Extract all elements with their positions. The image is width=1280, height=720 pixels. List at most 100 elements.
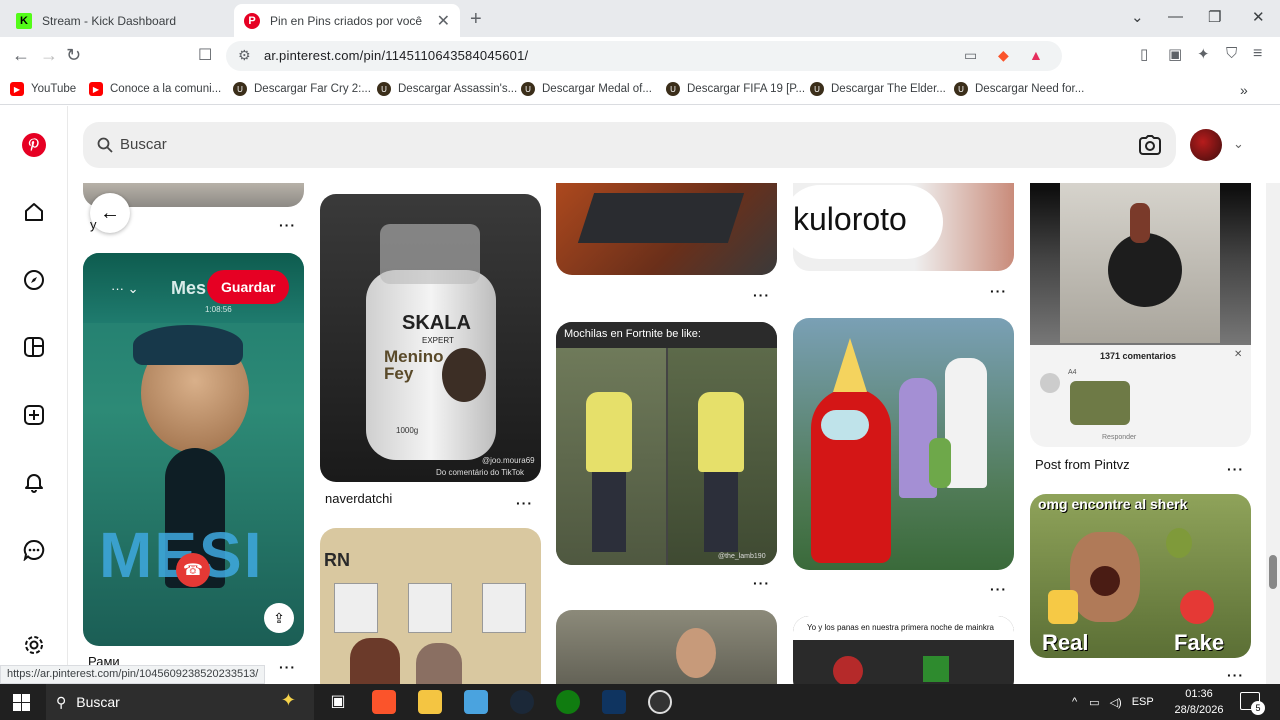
site-icon: U [954, 82, 968, 96]
rn-text: RN [324, 550, 350, 570]
microsoft-store-icon[interactable] [464, 690, 488, 714]
brave-shields-icon[interactable]: ◆ [998, 47, 1009, 64]
forward-button[interactable]: → [40, 45, 58, 66]
disney-plus-icon[interactable] [602, 690, 626, 714]
site-info-icon[interactable]: ⚙ [238, 47, 251, 64]
cast-icon[interactable]: ▭ [964, 47, 977, 64]
mochilas-credit: @the_lamb190 [718, 553, 766, 560]
sidebar-toggle-icon[interactable]: ▯ [1140, 45, 1148, 63]
bookmark-assassins[interactable]: U Descargar Assassin's... [377, 82, 517, 96]
close-window-button[interactable]: ✕ [1252, 8, 1265, 26]
tab-search-icon[interactable]: ⌄ [1131, 8, 1144, 26]
pin-image-comments[interactable]: 1371 comentarios ✕ A4 Responder [1030, 345, 1251, 447]
messages-icon[interactable] [21, 537, 47, 563]
hangup-icon: ☎ [176, 553, 210, 587]
bookmark-farcry[interactable]: U Descargar Far Cry 2:... [233, 82, 371, 96]
pin-image-messi-call[interactable]: ··· ⌄ Mes 1:08:56 MESI ☎ ⇪ [83, 253, 304, 646]
language-indicator[interactable]: ESP [1132, 696, 1154, 708]
pin-image-man[interactable] [556, 610, 777, 684]
file-explorer-icon[interactable] [418, 690, 442, 714]
pin-image-skala[interactable]: SKALA EXPERT Menino Fey 1000g @joo.moura… [320, 194, 541, 482]
bookmark-elder[interactable]: U Descargar The Elder... [810, 82, 946, 96]
volume-icon[interactable]: ◁) [1110, 696, 1122, 709]
brave-rewards-icon[interactable]: ▲ [1029, 47, 1043, 63]
more-options-icon[interactable]: ··· [990, 581, 1007, 597]
more-options-icon[interactable]: ··· [753, 287, 770, 303]
create-icon[interactable] [21, 402, 47, 428]
chevron-up-icon[interactable]: ^ [1072, 696, 1077, 708]
pin-image-rn[interactable]: RN [320, 528, 541, 684]
tab-label: Pin en Pins criados por você [270, 13, 423, 28]
visual-search-icon[interactable] [1138, 134, 1162, 156]
close-tab-icon[interactable]: ✕ [437, 11, 450, 31]
brave-browser-icon[interactable] [372, 690, 396, 714]
back-button[interactable]: ← [12, 45, 30, 66]
pin-image-among-us[interactable] [793, 318, 1014, 570]
explore-icon[interactable] [21, 267, 47, 293]
pinterest-sidebar [0, 106, 68, 684]
xbox-icon[interactable] [556, 690, 580, 714]
pin-image-kuloroto[interactable]: kuloroto [793, 183, 1014, 271]
minimize-button[interactable]: — [1168, 8, 1183, 25]
menu-icon[interactable]: ≡ [1253, 45, 1262, 63]
system-tray: ^ ▭ ◁) ESP [1072, 684, 1154, 720]
more-options-icon[interactable]: ··· [1227, 461, 1244, 477]
more-options-icon[interactable]: ··· [279, 659, 296, 675]
clock-date: 28/8/2026 [1174, 704, 1224, 716]
search-input[interactable]: Buscar [83, 122, 1176, 168]
more-options-icon[interactable]: ··· [990, 283, 1007, 299]
clock[interactable]: 01:36 28/8/2026 [1170, 686, 1228, 718]
pinterest-logo-icon[interactable] [21, 132, 47, 158]
more-options-icon[interactable]: ··· [1227, 667, 1244, 683]
more-options-icon[interactable]: ··· [516, 495, 533, 511]
bookmark-youtube[interactable]: ▶ YouTube [10, 82, 76, 96]
scrollbar-thumb[interactable] [1269, 555, 1277, 589]
bookmark-needfor[interactable]: U Descargar Need for... [954, 82, 1084, 96]
home-icon[interactable] [21, 199, 47, 225]
taskbar-search[interactable]: ⚲ Buscar ✦ [46, 684, 314, 720]
leo-icon[interactable]: ✦ [1197, 45, 1210, 63]
avatar[interactable] [1190, 129, 1222, 161]
bookmark-icon[interactable]: ☐ [198, 45, 212, 65]
more-options-icon[interactable]: ··· [753, 575, 770, 591]
more-options-icon[interactable]: ··· [279, 217, 296, 233]
wallet-icon[interactable]: ▣ [1168, 45, 1182, 63]
obs-icon[interactable] [648, 690, 672, 714]
settings-icon[interactable] [21, 632, 47, 658]
notifications-center-icon[interactable]: 5 [1240, 692, 1265, 715]
comment-user: A4 [1068, 369, 1077, 376]
more-bookmarks-icon[interactable]: » [1240, 82, 1248, 98]
chevron-down-icon[interactable]: ⌄ [1233, 136, 1244, 152]
network-icon[interactable]: ▭ [1089, 696, 1099, 709]
restore-button[interactable]: ❐ [1208, 8, 1221, 26]
tab-kick-dashboard[interactable]: K Stream - Kick Dashboard [8, 4, 232, 37]
windows-start-icon[interactable] [13, 694, 30, 711]
bookmark-fifa[interactable]: U Descargar FIFA 19 [P... [666, 82, 805, 96]
bookmark-medal[interactable]: U Descargar Medal of... [521, 82, 652, 96]
mainkra-caption: Yo y los panas en nuestra primera noche … [807, 623, 994, 632]
pin-image-shrek[interactable]: omg encontre al sherk Real Fake [1030, 494, 1251, 658]
task-view-icon[interactable]: ▣ [326, 690, 350, 714]
save-button[interactable]: Guardar [207, 270, 290, 304]
taskbar: ⚲ Buscar ✦ ▣ ^ ▭ ◁) ESP 01:36 28/8/2026 … [0, 684, 1280, 720]
mochilas-caption: Mochilas en Fortnite be like: [564, 328, 701, 340]
bookmark-conoce[interactable]: ▶ Conoce a la comuni... [89, 82, 221, 96]
site-icon: U [810, 82, 824, 96]
tab-pinterest[interactable]: P Pin en Pins criados por você ✕ [234, 4, 460, 37]
comments-count: 1371 comentarios [1100, 351, 1177, 361]
pin-image-laptop[interactable] [556, 183, 777, 275]
vpn-icon[interactable]: ⛉ [1226, 45, 1237, 62]
pin-image-rooster[interactable] [1030, 183, 1251, 345]
pin-title: Post from Pintvz [1035, 457, 1130, 472]
steam-icon[interactable] [510, 690, 534, 714]
share-icon[interactable]: ⇪ [264, 603, 294, 633]
boards-icon[interactable] [21, 334, 47, 360]
address-bar[interactable]: ⚙ ar.pinterest.com/pin/11451106435840456… [226, 41, 1062, 71]
pin-image-mochilas[interactable]: Mochilas en Fortnite be like: @the_lamb1… [556, 322, 777, 565]
page-scrollbar[interactable] [1266, 183, 1280, 684]
shrek-fake: Fake [1174, 630, 1225, 655]
notifications-icon[interactable] [21, 469, 47, 495]
reload-button[interactable]: ↻ [66, 45, 81, 66]
pin-image-mainkra[interactable]: Yo y los panas en nuestra primera noche … [793, 616, 1014, 684]
new-tab-button[interactable]: + [470, 8, 482, 31]
